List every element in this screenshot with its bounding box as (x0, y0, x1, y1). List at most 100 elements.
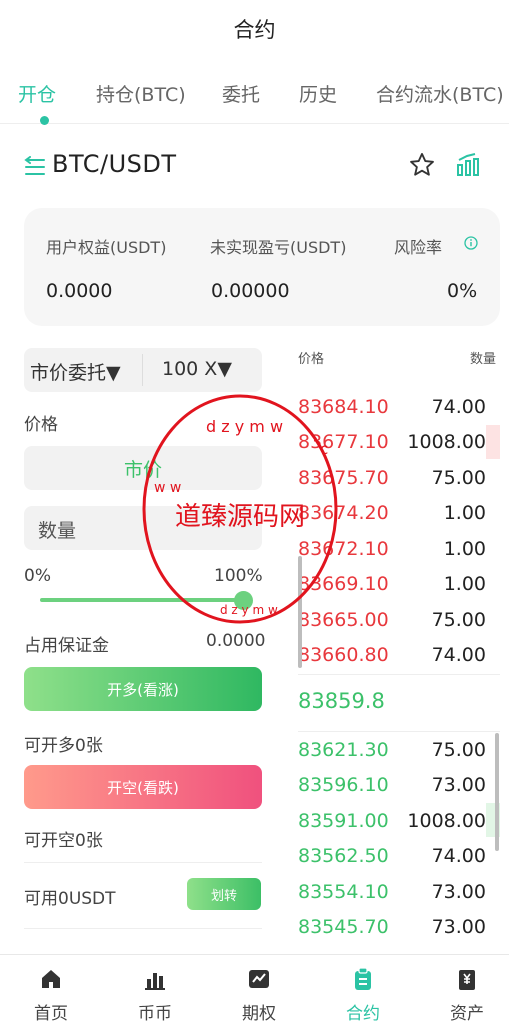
margin-value: 0.0000 (206, 631, 266, 651)
nav-label: 币币 (138, 1004, 172, 1024)
ask-row[interactable]: 83675.70 75.00 (298, 467, 486, 497)
divider (24, 928, 262, 929)
ask-qty: 1.00 (443, 538, 486, 560)
order-type-dropdown[interactable]: 市价委托▼ (30, 358, 121, 385)
page-title: 合约 (233, 18, 276, 42)
bid-row[interactable]: 83545.70 73.00 (298, 916, 486, 946)
ask-scrollbar[interactable] (298, 556, 302, 668)
ask-depth-bar (486, 425, 500, 459)
bid-price: 83554.10 (298, 881, 389, 903)
pair-header: BTC/USDT (24, 148, 486, 188)
bid-row[interactable]: 83562.50 74.00 (298, 845, 486, 875)
equity-card: 用户权益(USDT) 未实现盈亏(USDT) 风险率 0.0000 0.0000… (24, 208, 500, 326)
chart-icon[interactable] (456, 151, 482, 177)
orderbook-separator (298, 674, 500, 675)
ask-price: 83684.10 (298, 396, 389, 418)
wallet-icon (459, 970, 475, 990)
ask-qty: 75.00 (431, 609, 486, 631)
star-icon[interactable] (408, 151, 436, 179)
ask-row[interactable]: 83684.10 74.00 (298, 396, 486, 426)
quantity-input[interactable]: 数量 (24, 506, 262, 550)
ask-row[interactable]: 83674.20 1.00 (298, 502, 486, 532)
ask-row[interactable]: 83660.80 74.00 (298, 644, 486, 674)
nav-label: 资产 (450, 1004, 484, 1024)
tab-bar: 开仓 持仓(BTC) 委托 历史 合约流水(BTC) (0, 70, 509, 125)
quantity-slider-track[interactable] (40, 598, 244, 602)
nav-label: 合约 (346, 1004, 380, 1024)
bottom-navigation: 首页 币币 期权 合约 资产 (0, 954, 509, 1024)
bid-price: 83591.00 (298, 810, 389, 832)
ask-row[interactable]: 83672.10 1.00 (298, 538, 486, 568)
order-type-selector: 市价委托▼ 100 X▼ (24, 348, 262, 392)
active-tab-indicator (40, 116, 49, 125)
bid-price: 83545.70 (298, 916, 389, 938)
bid-row[interactable]: 83621.30 75.00 (298, 739, 486, 769)
orderbook-qty-header: 数量 (470, 352, 497, 367)
nav-label: 首页 (34, 1004, 68, 1024)
ask-price: 83665.00 (298, 609, 389, 631)
bid-price: 83596.10 (298, 774, 389, 796)
ask-qty: 1.00 (443, 502, 486, 524)
option-icon (249, 970, 269, 988)
ask-price: 83675.70 (298, 467, 389, 489)
open-short-button[interactable]: 开空(看跌) (24, 765, 262, 809)
menu-swap-icon[interactable] (24, 156, 48, 178)
ask-qty: 1.00 (443, 573, 486, 595)
price-input[interactable]: 市价 (24, 446, 262, 490)
quantity-placeholder: 数量 (38, 520, 77, 542)
info-icon[interactable] (464, 236, 478, 250)
quantity-slider-handle[interactable] (234, 591, 253, 610)
equity-value: 0.0000 (46, 280, 113, 302)
nav-assets[interactable]: 资产 (416, 955, 509, 1024)
nav-contract[interactable]: 合约 (312, 955, 414, 1024)
bid-price: 83621.30 (298, 739, 389, 761)
leverage-dropdown[interactable]: 100 X▼ (162, 358, 232, 380)
bid-scrollbar[interactable] (495, 733, 499, 851)
nav-home[interactable]: 首页 (0, 955, 102, 1024)
bid-qty: 73.00 (431, 916, 486, 938)
last-price: 83859.8 (298, 689, 385, 713)
unrealized-pnl-label: 未实现盈亏(USDT) (210, 238, 347, 257)
ask-qty: 1008.00 (407, 431, 486, 453)
tab-positions[interactable]: 持仓(BTC) (96, 80, 186, 107)
ask-qty: 74.00 (431, 396, 486, 418)
contract-icon (355, 967, 371, 990)
bid-qty: 1008.00 (407, 810, 486, 832)
tab-history[interactable]: 历史 (299, 80, 337, 107)
svg-text:d z y m w: d z y m w (206, 417, 283, 436)
bid-qty: 74.00 (431, 845, 486, 867)
bid-row[interactable]: 83596.10 73.00 (298, 774, 486, 804)
ask-price: 83660.80 (298, 644, 389, 666)
ask-row[interactable]: 83669.10 1.00 (298, 573, 486, 603)
bid-price: 83562.50 (298, 845, 389, 867)
nav-options[interactable]: 期权 (208, 955, 310, 1024)
nav-label: 期权 (242, 1004, 276, 1024)
ask-row[interactable]: 83677.10 1008.00 (298, 431, 486, 461)
tab-contract-flow[interactable]: 合约流水(BTC) (376, 80, 504, 107)
open-long-button[interactable]: 开多(看涨) (24, 667, 262, 711)
tab-orders[interactable]: 委托 (222, 80, 260, 107)
transfer-button[interactable]: 划转 (187, 878, 261, 910)
ask-price: 83672.10 (298, 538, 389, 560)
ask-price: 83669.10 (298, 573, 389, 595)
risk-rate-value: 0% (447, 280, 478, 302)
contract-trading-page: 合约 开仓 持仓(BTC) 委托 历史 合约流水(BTC) BTC/USDT 用… (0, 0, 509, 1024)
unrealized-pnl-value: 0.00000 (211, 280, 290, 302)
slider-min-label: 0% (24, 566, 51, 586)
ask-row[interactable]: 83665.00 75.00 (298, 609, 486, 639)
ask-qty: 74.00 (431, 644, 486, 666)
bid-qty: 73.00 (431, 774, 486, 796)
equity-label: 用户权益(USDT) (46, 238, 167, 257)
margin-label: 占用保证金 (24, 636, 109, 656)
pair-name[interactable]: BTC/USDT (52, 150, 177, 178)
bid-row[interactable]: 83554.10 73.00 (298, 881, 486, 911)
selector-divider (142, 354, 143, 386)
nav-spot[interactable]: 币币 (104, 955, 206, 1024)
bid-row[interactable]: 83591.00 1008.00 (298, 810, 486, 840)
short-available: 可开空0张 (24, 831, 103, 851)
bar-chart-icon (145, 973, 165, 990)
tab-open-position[interactable]: 开仓 (18, 80, 56, 107)
risk-rate-label: 风险率 (394, 238, 443, 257)
divider (24, 862, 262, 863)
ask-price: 83677.10 (298, 431, 389, 453)
